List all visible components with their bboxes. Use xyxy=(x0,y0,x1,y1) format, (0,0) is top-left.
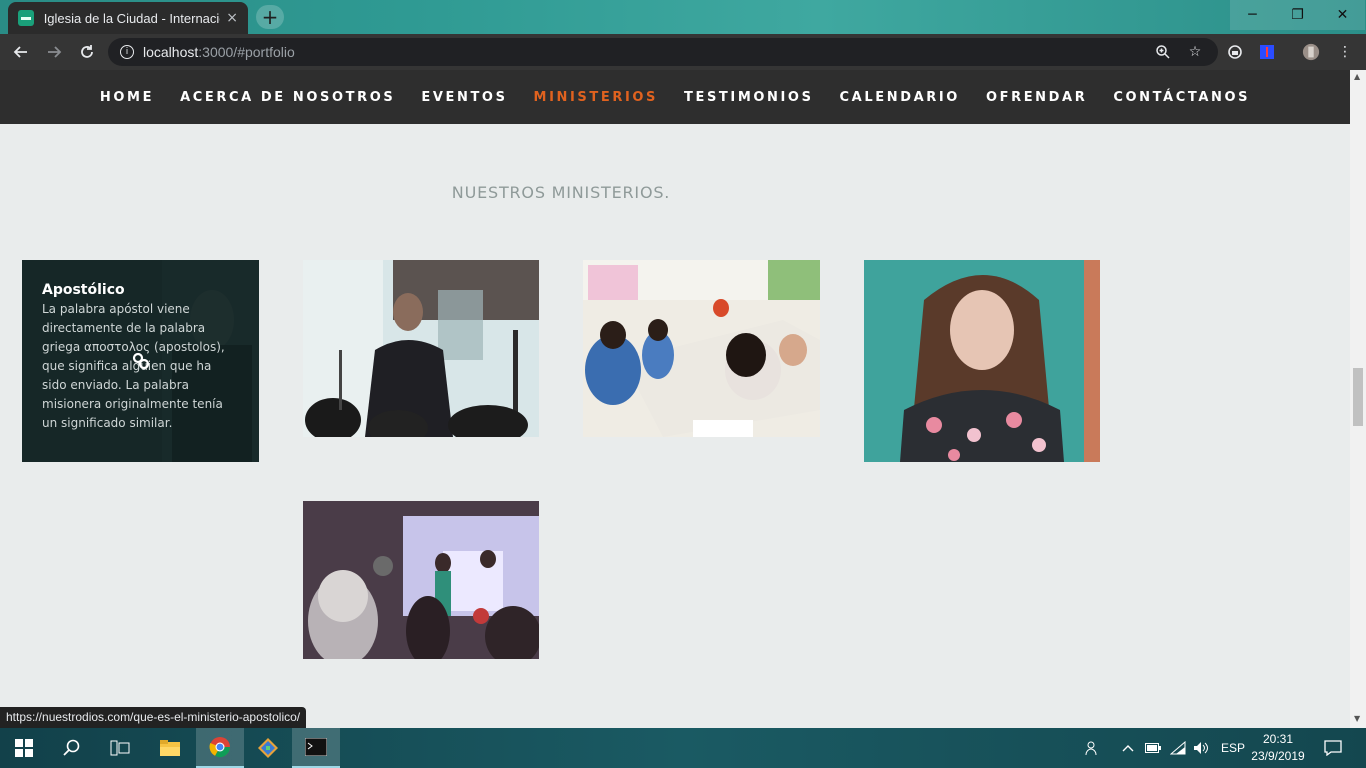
volume-icon[interactable] xyxy=(1193,728,1209,768)
nav-item-home[interactable]: HOME xyxy=(100,90,154,105)
new-tab-button[interactable]: + xyxy=(256,5,284,29)
tab-title: Iglesia de la Ciudad - Internacional xyxy=(43,10,221,26)
tab-strip: Iglesia de la Ciudad - Internacional × +… xyxy=(0,0,1366,34)
scroll-down-icon[interactable]: ▼ xyxy=(1354,714,1362,723)
ministry-photo xyxy=(583,260,820,437)
ministry-photo xyxy=(303,260,539,437)
reload-icon[interactable] xyxy=(76,41,98,63)
site-info-icon[interactable]: i xyxy=(120,45,134,59)
ministry-card-predicacion[interactable] xyxy=(303,260,539,437)
browser-tab[interactable]: Iglesia de la Ciudad - Internacional × xyxy=(8,2,248,34)
taskbar-clock[interactable]: 20:31 23/9/2019 xyxy=(1248,731,1308,765)
link-status-url: https://nuestrodios.com/que-es-el-minist… xyxy=(0,707,307,728)
extension-icon[interactable] xyxy=(1226,43,1244,61)
chrome-icon[interactable] xyxy=(196,728,244,768)
forward-arrow-icon[interactable] xyxy=(43,41,65,63)
nav-item-eventos[interactable]: EVENTOS xyxy=(421,90,507,105)
page-scrollbar[interactable]: ▲ ▼ xyxy=(1350,70,1366,728)
zoom-icon[interactable] xyxy=(1154,43,1172,61)
ministry-card-ninos[interactable] xyxy=(583,260,820,437)
windows-start-icon[interactable] xyxy=(0,728,48,768)
nav-item-testimonios[interactable]: TESTIMONIOS xyxy=(684,90,814,105)
wifi-icon[interactable] xyxy=(1170,728,1186,768)
nav-item-ministerios[interactable]: MINISTERIOS xyxy=(534,90,658,105)
file-explorer-icon[interactable] xyxy=(146,728,194,768)
site-navigation: HOME ACERCA DE NOSOTROS EVENTOS MINISTER… xyxy=(0,70,1350,124)
ministry-card-jovenes[interactable] xyxy=(864,260,1100,462)
bookmark-star-icon[interactable]: ☆ xyxy=(1186,43,1204,61)
clock-time: 20:31 xyxy=(1262,732,1294,746)
ministry-photo xyxy=(303,501,539,659)
address-bar[interactable]: i localhost:3000/#portfolio xyxy=(108,38,1218,66)
search-icon[interactable] xyxy=(48,728,96,768)
menu-kebab-icon[interactable]: ⋮ xyxy=(1336,43,1354,61)
notifications-icon[interactable] xyxy=(1324,728,1342,768)
link-icon[interactable] xyxy=(132,352,150,374)
site-favicon-icon xyxy=(18,10,34,26)
ministry-card-alabanza[interactable] xyxy=(303,501,539,659)
task-view-icon[interactable] xyxy=(96,728,144,768)
close-window-button[interactable]: ✕ xyxy=(1320,0,1365,30)
nav-item-acerca[interactable]: ACERCA DE NOSOTROS xyxy=(180,90,395,105)
tab-close-icon[interactable]: × xyxy=(226,10,238,26)
restore-button[interactable]: ❐ xyxy=(1275,0,1320,30)
url-host: localhost xyxy=(143,44,199,60)
profile-avatar[interactable] xyxy=(1302,43,1320,61)
ministry-photo xyxy=(864,260,1100,462)
battery-icon[interactable] xyxy=(1145,728,1161,768)
section-title: NUESTROS MINISTERIOS. xyxy=(451,183,671,202)
terminal-icon[interactable] xyxy=(292,728,340,768)
scroll-up-icon[interactable]: ▲ xyxy=(1354,72,1362,81)
tray-chevron-up-icon[interactable] xyxy=(1122,728,1134,768)
extension-blue-icon[interactable] xyxy=(1258,43,1276,61)
back-arrow-icon[interactable] xyxy=(10,41,32,63)
minimize-button[interactable]: ─ xyxy=(1230,0,1275,30)
clock-date: 23/9/2019 xyxy=(1251,749,1305,763)
card-title: Apostólico xyxy=(42,282,125,298)
nav-item-calendario[interactable]: CALENDARIO xyxy=(840,90,960,105)
nav-item-contactanos[interactable]: CONTÁCTANOS xyxy=(1113,90,1250,105)
browser-toolbar: i localhost:3000/#portfolio ☆ ⋮ xyxy=(0,34,1366,70)
nav-item-ofrendar[interactable]: OFRENDAR xyxy=(986,90,1087,105)
language-indicator[interactable]: ESP xyxy=(1221,728,1245,768)
ministry-card-apostolico[interactable]: Apostólico La palabra apóstol viene dire… xyxy=(22,260,259,462)
scrollbar-thumb[interactable] xyxy=(1353,368,1363,426)
app-diamond-icon[interactable] xyxy=(244,728,292,768)
windows-taskbar: ESP 20:31 23/9/2019 xyxy=(0,728,1366,768)
people-icon[interactable] xyxy=(1085,728,1101,768)
url-path: :3000/#portfolio xyxy=(198,44,295,60)
